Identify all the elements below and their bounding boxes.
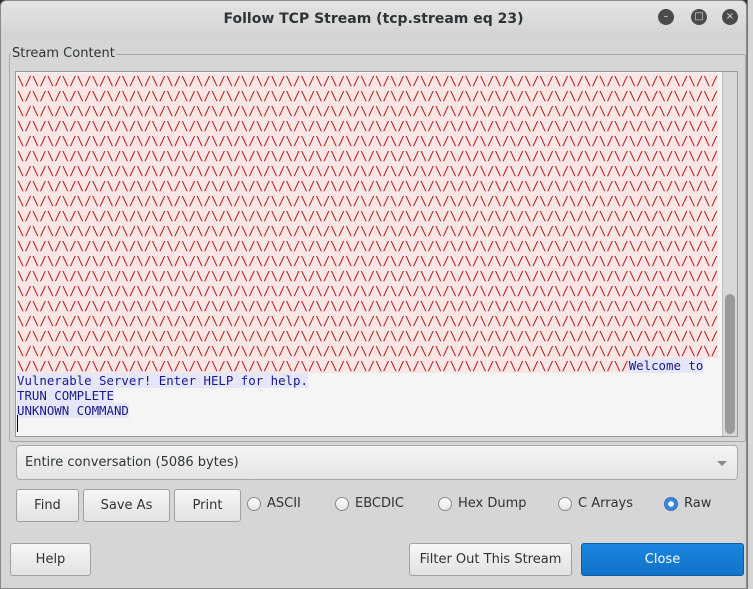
client-data-line: \/\/\/\/\/\/\/\/\/\/\/\/\/\/\/\/\/\/\/\/…: [17, 148, 719, 163]
client-data-line: \/\/\/\/\/\/\/\/\/\/\/\/\/\/\/\/\/\/\/\/…: [17, 313, 719, 328]
follow-tcp-stream-dialog: Follow TCP Stream (tcp.stream eq 23) – □…: [0, 0, 747, 589]
client-data-line: \/\/\/\/\/\/\/\/\/\/\/\/\/\/\/\/\/\/\/\/…: [17, 298, 719, 313]
stream-content-label: Stream Content: [11, 46, 116, 61]
save-as-button[interactable]: Save As: [83, 489, 170, 522]
scrollbar-thumb[interactable]: [725, 294, 735, 434]
client-data-line: \/\/\/\/\/\/\/\/\/\/\/\/\/\/\/\/\/\/\/\/…: [17, 133, 719, 148]
client-data-line: \/\/\/\/\/\/\/\/\/\/\/\/\/\/\/\/\/\/\/\/…: [17, 238, 719, 253]
radio-label: ASCII: [267, 496, 301, 511]
radio-circle-selected[interactable]: [664, 496, 678, 511]
stream-text: \/\/\/\/\/\/\/\/\/\/\/\/\/\/\/\/\/\/\/\/…: [17, 73, 719, 418]
radio-circle[interactable]: [247, 496, 261, 511]
maximize-icon[interactable]: □: [691, 9, 707, 25]
radio-raw[interactable]: Raw: [664, 496, 711, 511]
radio-c-arrays[interactable]: C Arrays: [558, 496, 633, 511]
server-data-line: Vulnerable Server! Enter HELP for help.: [17, 373, 308, 388]
server-data-line: Welcome to: [628, 358, 704, 373]
radio-hex-dump[interactable]: Hex Dump: [438, 496, 527, 511]
client-data-line: \/\/\/\/\/\/\/\/\/\/\/\/\/\/\/\/\/\/\/\/…: [17, 343, 719, 358]
server-data-line: TRUN COMPLETE: [17, 388, 114, 403]
client-data-line: \/\/\/\/\/\/\/\/\/\/\/\/\/\/\/\/\/\/\/\/…: [17, 118, 719, 133]
client-data-line: \/\/\/\/\/\/\/\/\/\/\/\/\/\/\/\/\/\/\/\/…: [17, 178, 719, 193]
print-button[interactable]: Print: [174, 489, 241, 522]
help-button[interactable]: Help: [10, 543, 91, 576]
server-data-line: UNKNOWN COMMAND: [17, 403, 129, 418]
conversation-select[interactable]: Entire conversation (5086 bytes): [16, 445, 738, 480]
stream-text-view[interactable]: \/\/\/\/\/\/\/\/\/\/\/\/\/\/\/\/\/\/\/\/…: [15, 71, 738, 437]
filter-out-stream-button[interactable]: Filter Out This Stream: [409, 543, 572, 576]
client-data-line: \/\/\/\/\/\/\/\/\/\/\/\/\/\/\/\/\/\/\/\/…: [17, 103, 719, 118]
radio-ascii[interactable]: ASCII: [247, 496, 301, 511]
close-button[interactable]: Close: [581, 543, 744, 576]
find-button[interactable]: Find: [16, 489, 79, 522]
client-data-line: \/\/\/\/\/\/\/\/\/\/\/\/\/\/\/\/\/\/\/\/…: [17, 358, 629, 373]
client-data-line: \/\/\/\/\/\/\/\/\/\/\/\/\/\/\/\/\/\/\/\/…: [17, 193, 719, 208]
client-data-line: \/\/\/\/\/\/\/\/\/\/\/\/\/\/\/\/\/\/\/\/…: [17, 208, 719, 223]
vertical-scrollbar[interactable]: [722, 72, 737, 436]
client-data-line: \/\/\/\/\/\/\/\/\/\/\/\/\/\/\/\/\/\/\/\/…: [17, 88, 719, 103]
radio-ebcdic[interactable]: EBCDIC: [335, 496, 404, 511]
radio-label: EBCDIC: [355, 496, 404, 511]
client-data-line: \/\/\/\/\/\/\/\/\/\/\/\/\/\/\/\/\/\/\/\/…: [17, 73, 719, 88]
background-window-edge: [747, 0, 753, 589]
radio-label: Hex Dump: [458, 496, 527, 511]
client-data-line: \/\/\/\/\/\/\/\/\/\/\/\/\/\/\/\/\/\/\/\/…: [17, 283, 719, 298]
conversation-select-value: Entire conversation (5086 bytes): [25, 455, 239, 470]
radio-label: C Arrays: [578, 496, 633, 511]
client-data-line: \/\/\/\/\/\/\/\/\/\/\/\/\/\/\/\/\/\/\/\/…: [17, 163, 719, 178]
radio-circle[interactable]: [335, 496, 349, 511]
minimize-icon[interactable]: –: [658, 9, 674, 25]
radio-circle[interactable]: [558, 496, 572, 511]
chevron-down-icon: [717, 461, 727, 466]
client-data-line: \/\/\/\/\/\/\/\/\/\/\/\/\/\/\/\/\/\/\/\/…: [17, 223, 719, 238]
radio-label: Raw: [684, 496, 712, 511]
window-title: Follow TCP Stream (tcp.stream eq 23): [223, 11, 524, 27]
client-data-line: \/\/\/\/\/\/\/\/\/\/\/\/\/\/\/\/\/\/\/\/…: [17, 268, 719, 283]
title-bar[interactable]: Follow TCP Stream (tcp.stream eq 23) – □…: [1, 1, 746, 39]
text-cursor: [17, 415, 18, 432]
close-window-icon[interactable]: ×: [722, 9, 738, 25]
client-data-line: \/\/\/\/\/\/\/\/\/\/\/\/\/\/\/\/\/\/\/\/…: [17, 328, 719, 343]
client-data-line: \/\/\/\/\/\/\/\/\/\/\/\/\/\/\/\/\/\/\/\/…: [17, 253, 719, 268]
radio-circle[interactable]: [438, 496, 452, 511]
